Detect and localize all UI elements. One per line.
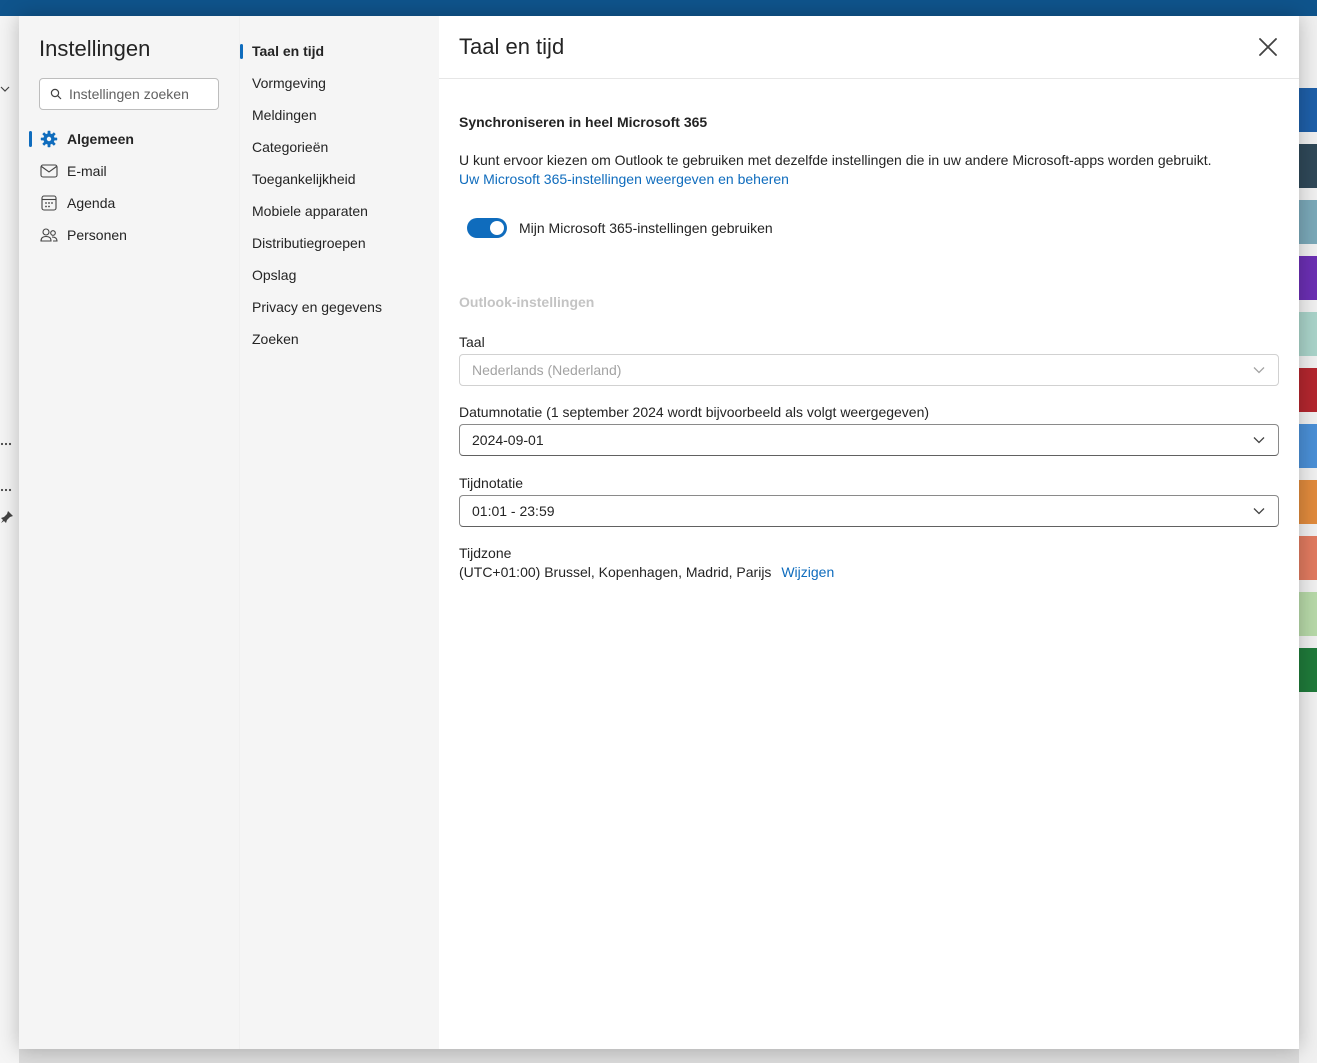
nav-item-label: E-mail	[67, 163, 107, 179]
chevron-down-icon	[1253, 367, 1265, 374]
settings-content: Taal en tijd Synchroniseren in heel Micr…	[439, 16, 1299, 1049]
settings-subnav: Taal en tijd Vormgeving Meldingen Catego…	[239, 16, 439, 1049]
time-format-field: Tijdnotatie 01:01 - 23:59	[459, 475, 1279, 527]
sync-description-block: U kunt ervoor kiezen om Outlook te gebru…	[459, 151, 1279, 189]
nav-item-personen[interactable]: Personen	[39, 219, 239, 251]
background-thumbnail	[1299, 200, 1317, 244]
language-value: Nederlands (Nederland)	[472, 362, 622, 378]
timezone-field: Tijdzone (UTC+01:00) Brussel, Kopenhagen…	[459, 545, 1279, 580]
settings-dialog: Instellingen Instellingen zoeken Algemee…	[19, 16, 1299, 1049]
subnav-item-privacy[interactable]: Privacy en gegevens	[252, 291, 439, 323]
subnav-item-meldingen[interactable]: Meldingen	[252, 99, 439, 131]
time-format-value: 01:01 - 23:59	[472, 503, 555, 519]
m365-settings-toggle[interactable]	[467, 218, 507, 238]
m365-settings-toggle-label: Mijn Microsoft 365-instellingen gebruike…	[519, 220, 773, 236]
background-thumbnail	[1299, 144, 1317, 188]
subnav-item-categorieen[interactable]: Categorieën	[252, 131, 439, 163]
manage-m365-settings-link[interactable]: Uw Microsoft 365-instellingen weergeven …	[459, 171, 789, 187]
nav-item-label: Algemeen	[67, 131, 134, 147]
gear-icon	[39, 129, 59, 149]
mail-icon	[39, 161, 59, 181]
language-dropdown[interactable]: Nederlands (Nederland)	[459, 354, 1279, 386]
subnav-item-zoeken[interactable]: Zoeken	[252, 323, 439, 355]
subnav-list: Taal en tijd Vormgeving Meldingen Catego…	[240, 35, 439, 355]
subnav-item-toegankelijkheid[interactable]: Toegankelijkheid	[252, 163, 439, 195]
background-thumbnail	[1299, 424, 1317, 468]
content-body: Synchroniseren in heel Microsoft 365 U k…	[439, 79, 1299, 580]
sync-section-title: Synchroniseren in heel Microsoft 365	[459, 114, 708, 130]
close-icon	[1259, 38, 1277, 56]
outlook-settings-title: Outlook-instellingen	[459, 294, 595, 310]
toggle-knob	[490, 221, 504, 235]
date-format-label: Datumnotatie (1 september 2024 wordt bij…	[459, 404, 930, 420]
background-thumbnail	[1299, 312, 1317, 356]
pin-icon	[0, 510, 14, 527]
nav-item-agenda[interactable]: Agenda	[39, 187, 239, 219]
background-thumbnail	[1299, 592, 1317, 636]
more-icon	[0, 434, 12, 449]
background-thumbnail	[1299, 256, 1317, 300]
background-app-topbar	[0, 0, 1317, 16]
background-thumbnail	[1299, 368, 1317, 412]
settings-nav: Instellingen Instellingen zoeken Algemee…	[19, 16, 239, 1049]
chevron-down-icon	[1253, 508, 1265, 515]
language-label: Taal	[459, 334, 485, 350]
close-button[interactable]	[1257, 36, 1279, 58]
timezone-value: (UTC+01:00) Brussel, Kopenhagen, Madrid,…	[459, 564, 772, 580]
nav-item-email[interactable]: E-mail	[39, 155, 239, 187]
date-format-dropdown[interactable]: 2024-09-01	[459, 424, 1279, 456]
chevron-down-icon	[1253, 437, 1265, 444]
time-format-dropdown[interactable]: 01:01 - 23:59	[459, 495, 1279, 527]
time-format-label: Tijdnotatie	[459, 475, 524, 491]
settings-search-input[interactable]	[69, 86, 209, 102]
language-field: Taal Nederlands (Nederland)	[459, 334, 1279, 386]
more-icon	[0, 480, 12, 495]
background-app-right	[1299, 16, 1317, 1063]
settings-category-list: Algemeen E-mail Agenda Personen	[29, 123, 239, 251]
sync-description: U kunt ervoor kiezen om Outlook te gebru…	[459, 152, 1212, 168]
subnav-item-mobiele-apparaten[interactable]: Mobiele apparaten	[252, 195, 439, 227]
timezone-label: Tijdzone	[459, 545, 512, 561]
settings-title: Instellingen	[39, 36, 151, 61]
subnav-item-distributiegroepen[interactable]: Distributiegroepen	[252, 227, 439, 259]
settings-search-box[interactable]	[39, 78, 219, 110]
subnav-item-taal-en-tijd[interactable]: Taal en tijd	[240, 35, 439, 67]
nav-item-label: Agenda	[67, 195, 116, 211]
timezone-change-link[interactable]: Wijzigen	[781, 564, 834, 580]
chevron-down-icon	[0, 82, 10, 97]
nav-item-algemeen[interactable]: Algemeen	[29, 123, 239, 155]
subnav-item-vormgeving[interactable]: Vormgeving	[252, 67, 439, 99]
background-app-bottom	[19, 1049, 1299, 1063]
page-title: Taal en tijd	[459, 34, 565, 59]
nav-item-label: Personen	[67, 227, 127, 243]
date-format-field: Datumnotatie (1 september 2024 wordt bij…	[459, 404, 1279, 456]
background-thumbnail	[1299, 88, 1317, 132]
background-thumbnail	[1299, 480, 1317, 524]
background-app-left	[0, 16, 19, 1063]
content-header: Taal en tijd	[439, 16, 1299, 79]
search-icon	[50, 88, 62, 100]
people-icon	[39, 225, 59, 245]
timezone-row: (UTC+01:00) Brussel, Kopenhagen, Madrid,…	[459, 564, 1279, 580]
background-thumbnail	[1299, 648, 1317, 692]
calendar-icon	[39, 193, 59, 213]
background-thumbnail	[1299, 536, 1317, 580]
m365-settings-toggle-row: Mijn Microsoft 365-instellingen gebruike…	[459, 218, 1279, 238]
subnav-item-opslag[interactable]: Opslag	[252, 259, 439, 291]
date-format-value: 2024-09-01	[472, 432, 544, 448]
